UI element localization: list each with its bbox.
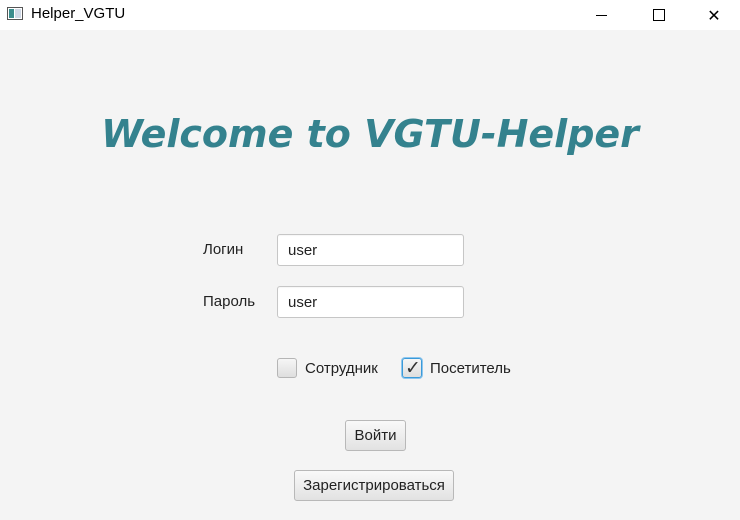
checkmark-icon: ✓ [405,357,421,379]
employee-checkbox[interactable] [277,358,297,378]
maximize-icon [653,9,665,21]
password-label: Пароль [203,293,256,310]
welcome-heading: Welcome to VGTU-Helper [101,112,639,156]
register-button[interactable]: Зарегистрироваться [294,470,454,501]
minimize-button[interactable] [572,0,630,30]
visitor-checkbox-label[interactable]: Посетитель [430,360,511,377]
login-input[interactable] [277,234,464,266]
employee-checkbox-label[interactable]: Сотрудник [305,360,378,377]
close-icon: ✕ [707,5,721,25]
close-button[interactable]: ✕ [688,0,740,30]
app-icon [7,7,23,20]
login-button[interactable]: Войти [345,420,406,451]
window-titlebar: Helper_VGTU ✕ [0,0,740,30]
password-input[interactable] [277,286,464,318]
login-label: Логин [203,241,244,258]
window-title: Helper_VGTU [31,5,126,22]
minimize-icon [595,14,607,16]
maximize-button[interactable] [630,0,688,30]
visitor-checkbox[interactable]: ✓ [402,357,422,379]
